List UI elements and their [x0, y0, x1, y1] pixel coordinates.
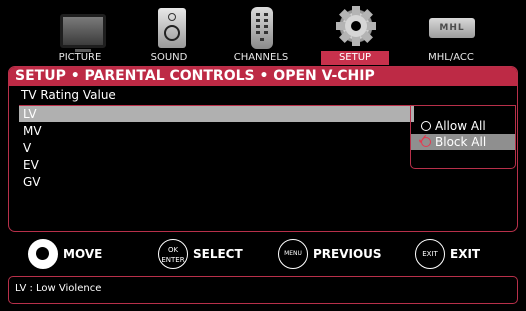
exit-label: EXIT [450, 247, 481, 261]
section-title: TV Rating Value [21, 88, 116, 102]
key-hints-bar: MOVE OK ENTER SELECT MENU PREVIOUS EXIT … [8, 237, 518, 273]
ok-enter-button-icon: OK ENTER [158, 239, 188, 269]
rating-item-mv[interactable]: MV [19, 123, 414, 139]
rating-item-gv[interactable]: GV [19, 174, 414, 190]
select-label: SELECT [193, 247, 243, 261]
rating-item-v[interactable]: V [19, 140, 414, 156]
tv-rating-list: LV MV V EV GV [19, 105, 414, 220]
breadcrumb: SETUP • PARENTAL CONTROLS • OPEN V-CHIP [9, 67, 517, 86]
menu-item-label: PICTURE [58, 52, 102, 63]
mhl-logo-icon: MHL [429, 18, 475, 38]
menu-item-sound[interactable]: SOUND [119, 4, 219, 66]
move-label: MOVE [63, 247, 103, 261]
option-block-all[interactable]: ✓ Block All [411, 132, 515, 150]
option-label: Allow All [435, 119, 486, 133]
gear-icon [336, 6, 376, 46]
tv-osd-screen: PICTURE SOUND CHANNELS SETUP MHL MHL/ACC [0, 0, 526, 311]
menu-item-channels[interactable]: CHANNELS [211, 4, 311, 66]
remote-icon [251, 7, 273, 49]
rating-item-ev[interactable]: EV [19, 157, 414, 173]
menu-item-mhl-acc[interactable]: MHL MHL/ACC [401, 4, 501, 66]
menu-item-label: MHL/ACC [428, 52, 474, 63]
block-option-box: Allow All ✓ Block All [410, 105, 516, 169]
ok-text: OK [167, 246, 179, 254]
menu-item-label: SOUND [150, 52, 188, 63]
menu-button-icon: MENU [278, 239, 308, 269]
menu-item-setup[interactable]: SETUP [305, 4, 405, 66]
menu-item-label: SETUP [321, 51, 389, 65]
option-label: Block All [435, 135, 487, 149]
exit-button-icon: EXIT [415, 239, 445, 269]
check-icon: ✓ [417, 132, 429, 148]
tv-icon [60, 14, 106, 52]
radio-icon [421, 121, 431, 131]
speaker-icon [158, 8, 186, 48]
enter-text: ENTER [161, 256, 185, 264]
parental-controls-panel: SETUP • PARENTAL CONTROLS • OPEN V-CHIP … [8, 66, 518, 232]
rating-item-lv[interactable]: LV [19, 106, 414, 122]
main-menu-bar: PICTURE SOUND CHANNELS SETUP MHL MHL/ACC [8, 4, 518, 66]
status-description: LV : Low Violence [8, 276, 518, 304]
menu-item-picture[interactable]: PICTURE [30, 4, 130, 66]
previous-label: PREVIOUS [313, 247, 382, 261]
menu-item-label: CHANNELS [233, 52, 289, 63]
dpad-icon [28, 239, 58, 269]
